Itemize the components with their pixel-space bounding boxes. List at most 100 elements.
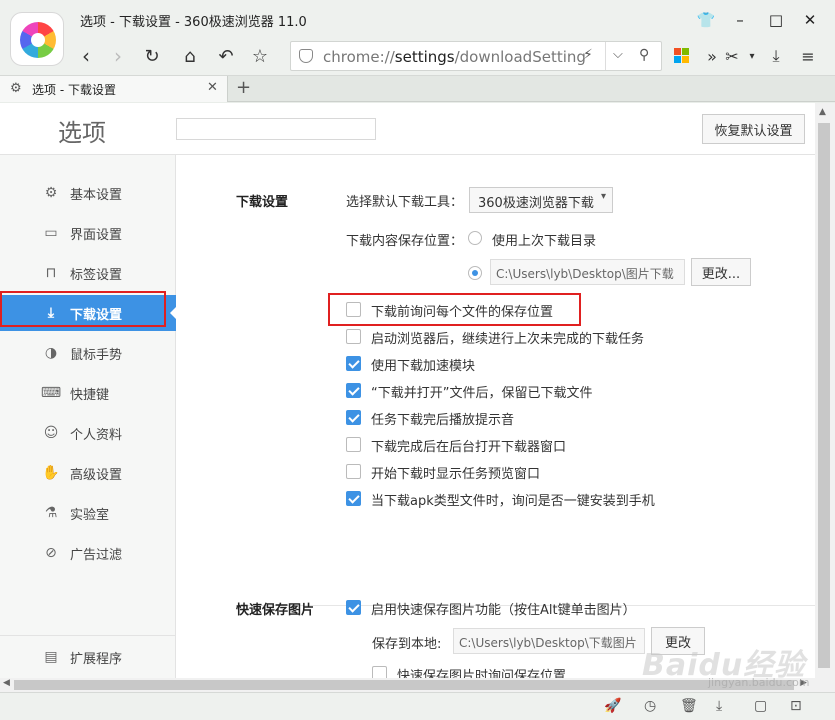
- sidebar-item-profile[interactable]: ☺ 个人资料: [0, 415, 176, 451]
- sidebar-item-tabs[interactable]: ⊓ 标签设置: [0, 255, 176, 291]
- baidu-watermark-url: jingyan.baidu.com: [708, 676, 810, 689]
- sidebar-item-interface[interactable]: ▭ 界面设置: [0, 215, 176, 251]
- scroll-left-icon[interactable]: ◀: [3, 678, 10, 688]
- download-section-title: 下载设置: [236, 195, 289, 210]
- hand-icon: ✋: [42, 465, 60, 481]
- window-title: 选项 - 下载设置 - 360极速浏览器 11.0: [80, 15, 307, 30]
- maximize-icon[interactable]: □: [762, 8, 790, 32]
- scissors-dropdown-icon[interactable]: ▾: [740, 44, 764, 68]
- tab-label: 选项 - 下载设置: [32, 83, 116, 97]
- sidebar-item-label: 个人资料: [70, 428, 123, 443]
- speedometer-icon[interactable]: ◷: [644, 698, 656, 714]
- settings-page: 选项 恢复默认设置 ⚙ 基本设置 ▭ 界面设置 ⊓ 标签设置 ⤓ 下载设置 ◑ …: [0, 103, 815, 678]
- bookmark-star-icon[interactable]: ☆: [246, 42, 274, 70]
- sidebar-item-label: 鼠标手势: [70, 348, 123, 363]
- trash-icon[interactable]: 🗑: [680, 698, 698, 714]
- window-icon: ▭: [44, 225, 58, 241]
- tab-settings[interactable]: ⚙ 选项 - 下载设置 ✕: [0, 76, 228, 102]
- checkbox[interactable]: [346, 383, 361, 398]
- security-shield-icon: [299, 49, 313, 63]
- download-tool-label: 选择默认下载工具：: [346, 195, 464, 210]
- block-icon: ⊘: [45, 545, 57, 561]
- settings-search-input[interactable]: [176, 118, 376, 140]
- settings-header: 选项 恢复默认设置: [0, 103, 815, 155]
- checkbox[interactable]: [346, 600, 361, 615]
- undo-close-icon[interactable]: ↶: [212, 42, 240, 70]
- reset-defaults-button[interactable]: 恢复默认设置: [702, 114, 805, 144]
- search-icon[interactable]: ⚲: [639, 47, 649, 63]
- page-title: 选项: [58, 119, 106, 147]
- checkbox[interactable]: [346, 491, 361, 506]
- sidebar-item-label: 实验室: [70, 508, 110, 523]
- quicksave-path-label: 保存到本地:: [372, 637, 442, 652]
- sidebar-divider: [0, 635, 176, 636]
- change-download-path-button[interactable]: 更改...: [691, 258, 751, 286]
- sidebar-item-label: 扩展程序: [70, 652, 123, 667]
- zoom-icon[interactable]: ⊡: [790, 698, 802, 714]
- sidebar-item-advanced[interactable]: ✋ 高级设置: [0, 455, 176, 491]
- speed-mode-icon[interactable]: ⚡: [583, 47, 593, 63]
- reload-icon[interactable]: ↻: [138, 42, 166, 70]
- address-bar[interactable]: chrome://settings/downloadSetting ⚡ ⌵ ⚲: [290, 41, 662, 71]
- quicksave-path-field[interactable]: C:\Users\lyb\Desktop\下载图片: [453, 628, 645, 654]
- address-dropdown-icon[interactable]: ⌵: [613, 47, 623, 62]
- download-status-icon[interactable]: ⤓: [716, 698, 722, 714]
- status-bar: 🚀 ◷ 🗑 ⤓ ▢ ⊡: [0, 692, 835, 720]
- tab-strip: ⚙ 选项 - 下载设置 ✕ +: [0, 76, 835, 102]
- keyboard-icon: ⌨: [40, 385, 62, 401]
- chevron-down-icon: ▾: [600, 191, 606, 202]
- home-icon[interactable]: ⌂: [176, 42, 204, 70]
- sidebar-item-label: 标签设置: [70, 268, 123, 283]
- save-location-label: 下载内容保存位置：: [346, 234, 464, 249]
- scroll-up-icon[interactable]: ▲: [819, 107, 826, 117]
- rocket-icon[interactable]: 🚀: [604, 698, 621, 714]
- checkbox[interactable]: [346, 329, 361, 344]
- settings-sidebar: ⚙ 基本设置 ▭ 界面设置 ⊓ 标签设置 ⤓ 下载设置 ◑ 鼠标手势 ⌨ 快捷键…: [0, 155, 177, 678]
- apps-grid-icon[interactable]: [674, 48, 690, 64]
- radio-fixed-dir[interactable]: [468, 266, 482, 280]
- radio-use-last-dir-label: 使用上次下载目录: [492, 234, 597, 249]
- new-tab-button[interactable]: +: [236, 77, 251, 98]
- sidebar-item-shortcuts[interactable]: ⌨ 快捷键: [0, 375, 176, 411]
- sidebar-item-label: 广告过滤: [70, 548, 123, 563]
- vertical-scrollbar[interactable]: ▲: [815, 103, 835, 678]
- sidebar-item-label: 基本设置: [70, 188, 123, 203]
- download-tool-select[interactable]: 360极速浏览器下载 ▾: [469, 187, 613, 213]
- tab-icon: ⊓: [45, 265, 57, 281]
- back-icon[interactable]: ‹: [72, 42, 100, 70]
- checkbox[interactable]: [346, 410, 361, 425]
- highlight-box-sidebar: [0, 291, 166, 327]
- sidebar-item-mouse-gesture[interactable]: ◑ 鼠标手势: [0, 335, 176, 371]
- flask-icon: ⚗: [44, 505, 58, 521]
- checkbox[interactable]: [346, 464, 361, 479]
- sidebar-item-extensions[interactable]: ▤ 扩展程序: [0, 639, 176, 675]
- user-icon: ☺: [43, 425, 59, 441]
- settings-main: 下载设置 选择默认下载工具： 360极速浏览器下载 ▾ 下载内容保存位置： 使用上…: [176, 155, 815, 678]
- browser-logo[interactable]: [10, 12, 64, 66]
- checkbox[interactable]: [346, 356, 361, 371]
- highlight-box-option: [328, 293, 581, 326]
- skin-icon[interactable]: 👕: [692, 8, 720, 32]
- menu-icon[interactable]: ≡: [796, 44, 820, 68]
- radio-use-last-dir[interactable]: [468, 231, 482, 245]
- window-status-icon[interactable]: ▢: [754, 698, 767, 714]
- quicksave-section-title: 快速保存图片: [236, 603, 315, 618]
- address-url[interactable]: chrome://settings/downloadSetting: [323, 48, 586, 66]
- download-toolbar-icon[interactable]: ⤓: [764, 44, 788, 68]
- minimize-icon[interactable]: –: [726, 8, 754, 32]
- forward-icon[interactable]: ›: [104, 42, 132, 70]
- checkbox[interactable]: [372, 666, 387, 678]
- vertical-scroll-thumb[interactable]: [818, 123, 830, 668]
- sidebar-item-basic[interactable]: ⚙ 基本设置: [0, 175, 176, 211]
- gear-icon: ⚙: [10, 81, 22, 96]
- sidebar-item-adblock[interactable]: ⊘ 广告过滤: [0, 535, 176, 571]
- sidebar-item-lab[interactable]: ⚗ 实验室: [0, 495, 176, 531]
- checkbox[interactable]: [346, 437, 361, 452]
- download-path-field[interactable]: C:\Users\lyb\Desktop\图片下载: [490, 259, 685, 285]
- sidebar-item-label: 界面设置: [70, 228, 123, 243]
- tab-close-icon[interactable]: ✕: [207, 80, 218, 95]
- gear-icon: ⚙: [44, 185, 58, 201]
- sidebar-item-label: 快捷键: [70, 388, 110, 403]
- close-icon[interactable]: ✕: [796, 8, 824, 32]
- mouse-icon: ◑: [44, 345, 58, 361]
